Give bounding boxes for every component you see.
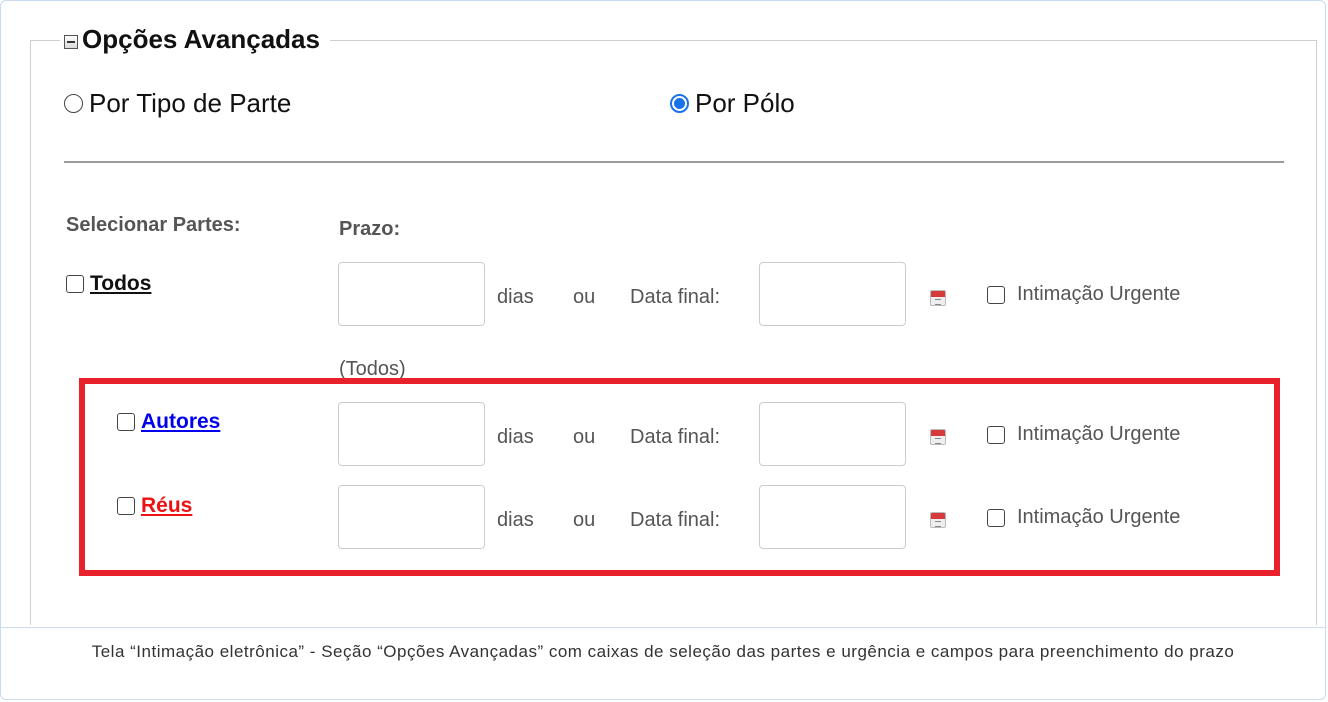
radio-label: Por Pólo (695, 88, 795, 118)
select-parts-header: Selecionar Partes: (66, 214, 241, 236)
calendar-icon[interactable] (930, 429, 946, 445)
party-checkbox[interactable] (117, 413, 135, 431)
party-reus[interactable]: Réus (117, 494, 192, 518)
final-date-input[interactable] (759, 402, 906, 466)
urgent-label: Intimação Urgente (1017, 506, 1181, 528)
calendar-icon[interactable] (930, 290, 946, 306)
party-todos[interactable]: Todos (66, 272, 151, 296)
final-date-label: Data final: (630, 426, 721, 448)
deadline-header: Prazo: (339, 218, 401, 240)
radio-unchecked-icon[interactable] (64, 94, 83, 113)
radio-por-polo[interactable]: Por Pólo (670, 88, 795, 119)
party-checkbox[interactable] (66, 275, 84, 293)
party-checkbox[interactable] (117, 497, 135, 515)
final-date-label: Data final: (630, 509, 721, 531)
days-input[interactable] (338, 485, 485, 549)
party-link-reus[interactable]: Réus (141, 494, 192, 518)
or-label: ou (573, 286, 596, 308)
divider (64, 161, 1284, 163)
party-link-todos[interactable]: Todos (90, 272, 151, 296)
days-label: dias (497, 509, 534, 531)
days-label: dias (497, 286, 534, 308)
urgent-option[interactable]: Intimação Urgente (987, 423, 1180, 446)
party-link-autores[interactable]: Autores (141, 410, 220, 434)
final-date-label: Data final: (630, 286, 721, 308)
or-label: ou (573, 509, 596, 531)
advanced-options-legend: Opções Avançadas (60, 24, 330, 55)
radio-por-tipo-de-parte[interactable]: Por Tipo de Parte (64, 88, 291, 119)
urgent-label: Intimação Urgente (1017, 423, 1181, 445)
days-input[interactable] (338, 262, 485, 326)
radio-checked-icon[interactable] (670, 94, 689, 113)
urgent-label: Intimação Urgente (1017, 283, 1181, 305)
urgent-checkbox[interactable] (987, 425, 1005, 444)
days-label: dias (497, 426, 534, 448)
urgent-checkbox[interactable] (987, 285, 1005, 304)
days-input[interactable] (338, 402, 485, 466)
or-label: ou (573, 426, 596, 448)
urgent-option[interactable]: Intimação Urgente (987, 283, 1180, 306)
urgent-option[interactable]: Intimação Urgente (987, 506, 1180, 529)
caption-divider (0, 627, 1326, 628)
final-date-input[interactable] (759, 485, 906, 549)
collapse-toggle-icon[interactable] (64, 34, 78, 49)
figure-caption: Tela “Intimação eletrônica” - Seção “Opç… (91, 642, 1235, 661)
final-date-input[interactable] (759, 262, 906, 326)
party-autores[interactable]: Autores (117, 410, 220, 434)
urgent-checkbox[interactable] (987, 508, 1005, 527)
radio-label: Por Tipo de Parte (89, 88, 292, 118)
calendar-icon[interactable] (930, 512, 946, 528)
section-title: Opções Avançadas (82, 24, 320, 54)
highlight-box (79, 378, 1280, 576)
